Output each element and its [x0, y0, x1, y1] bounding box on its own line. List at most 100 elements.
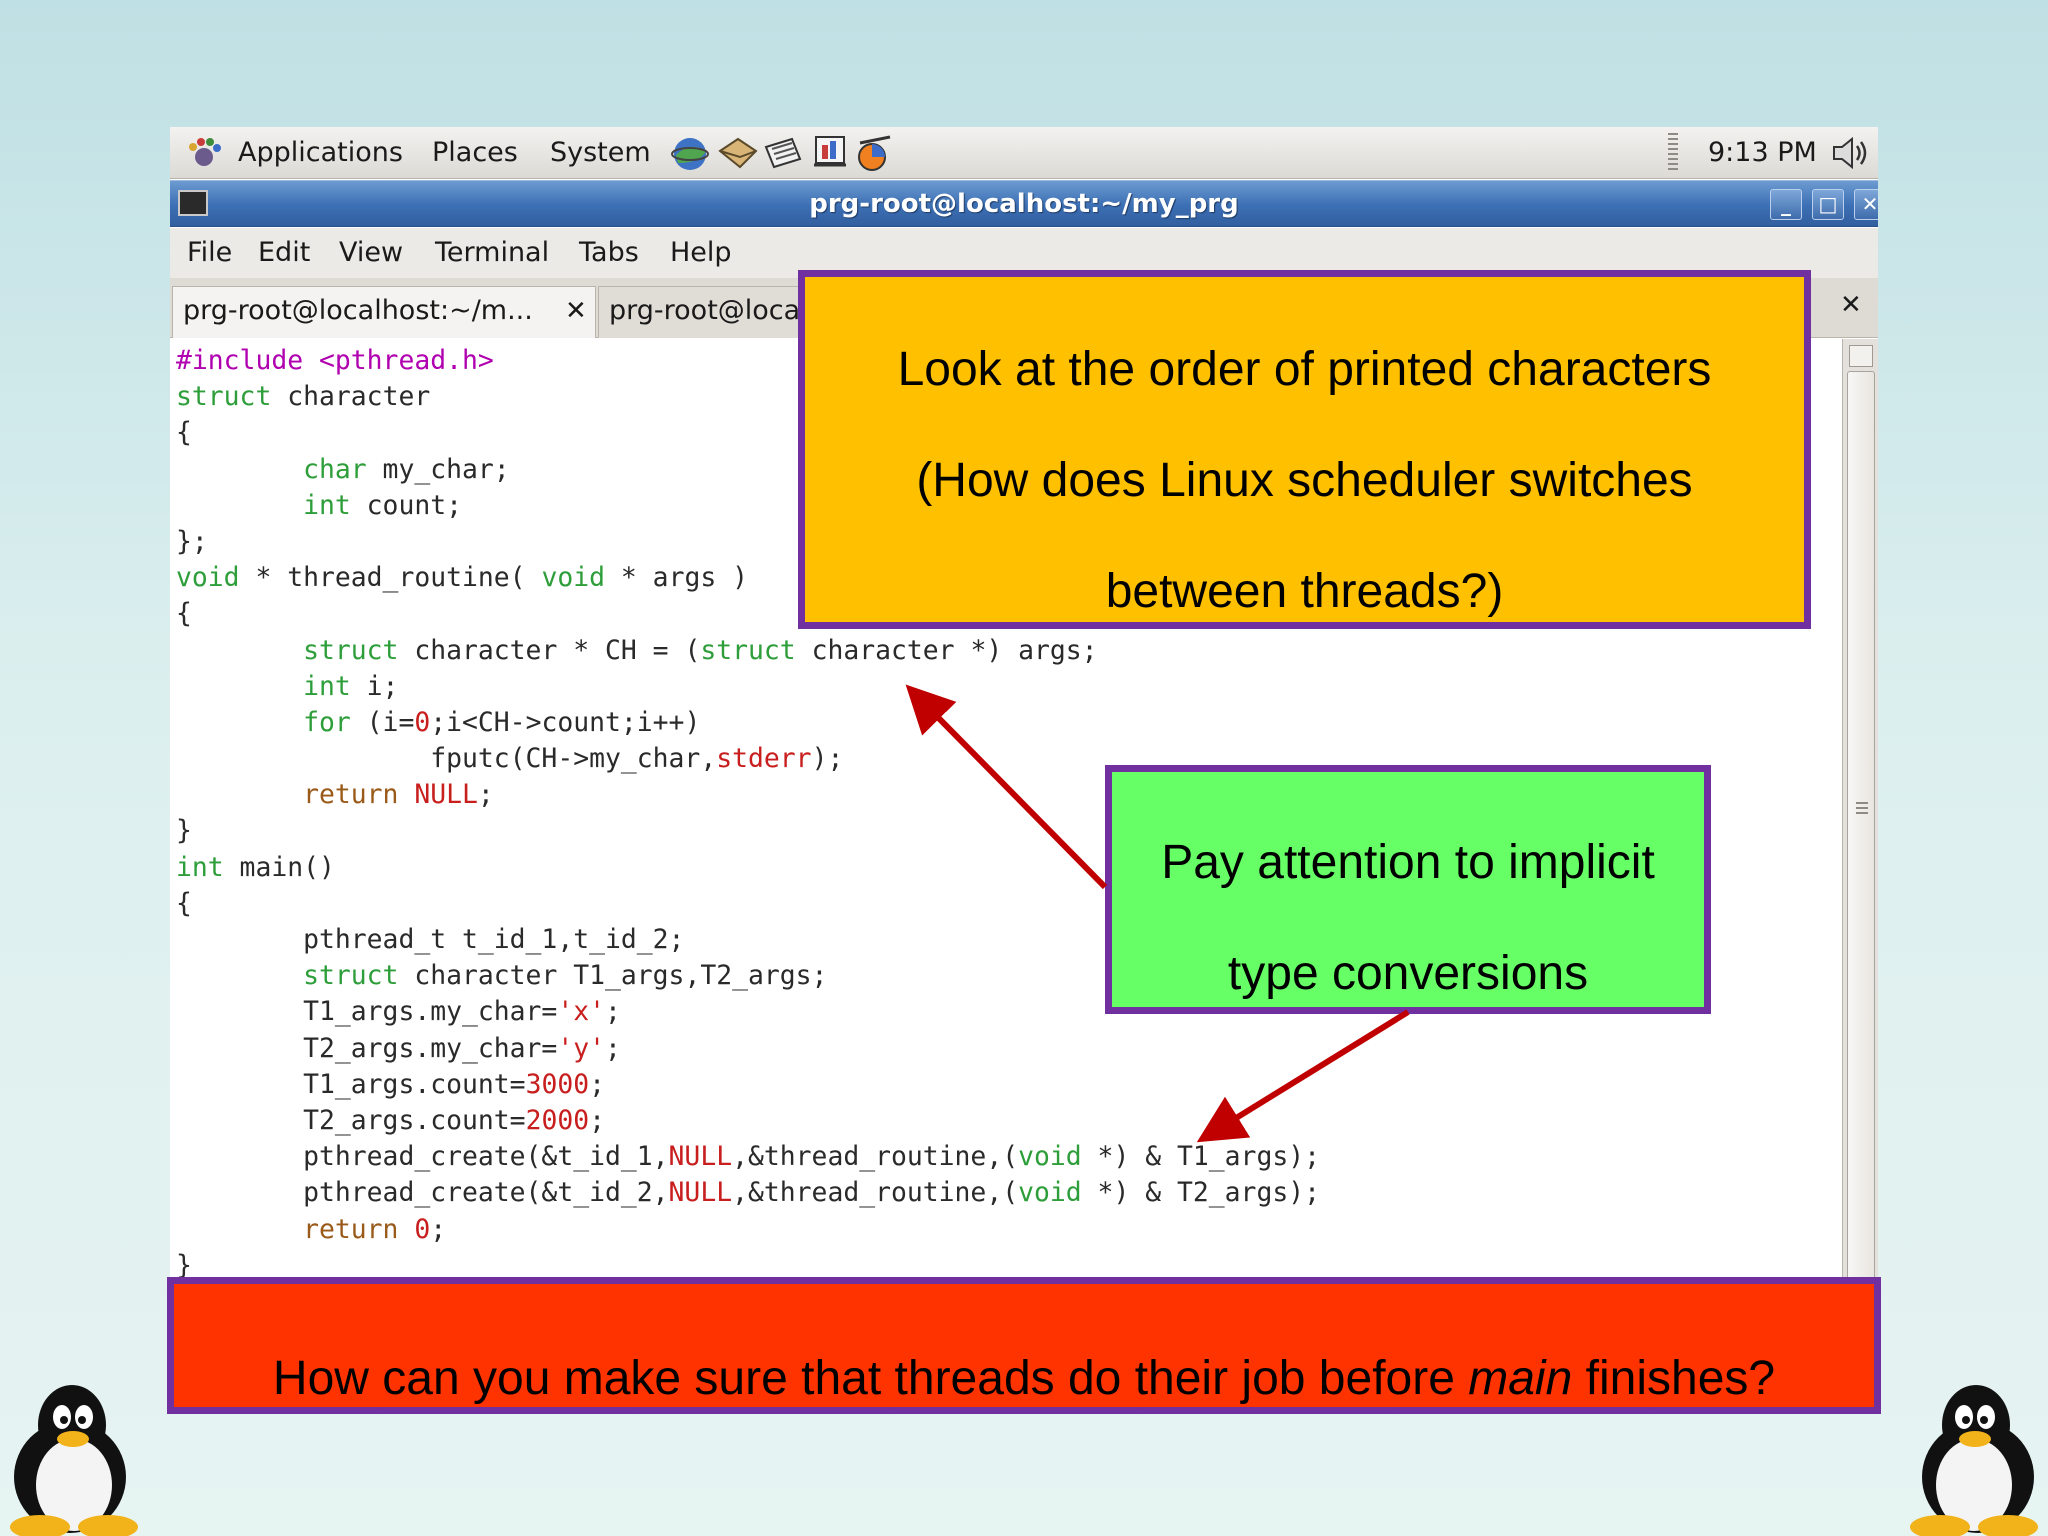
code-token: int — [176, 851, 224, 883]
code-line: struct character * CH = (struct characte… — [176, 633, 1320, 669]
code-token: } — [176, 1249, 192, 1280]
code-token: * thread_routine( — [239, 562, 542, 594]
code-token: 'x' — [557, 996, 605, 1028]
callout-line: (How does Linux scheduler switches — [916, 454, 1693, 507]
minimize-button[interactable]: _ — [1770, 189, 1802, 220]
scroll-up-button[interactable] — [1849, 345, 1873, 367]
code-token: 0 — [414, 1213, 431, 1245]
code-token: for — [303, 706, 351, 738]
code-line: pthread_create(&t_id_1,NULL,&thread_rout… — [176, 1139, 1320, 1175]
places-menu[interactable]: Places — [432, 137, 518, 169]
code-token: ,&thread_routine,( — [732, 1177, 1019, 1209]
code-token: struct — [303, 960, 399, 992]
code-token: pthread_t t_id_1,t_id_2; — [176, 924, 685, 955]
code-line: return 0; — [176, 1212, 1320, 1248]
callout-text-italic: main — [1468, 1352, 1573, 1405]
code-token: ; — [589, 1104, 606, 1136]
code-token: }; — [176, 525, 208, 557]
menu-view[interactable]: View — [339, 237, 403, 269]
code-token: NULL — [668, 1141, 733, 1173]
code-token: { — [176, 598, 192, 630]
system-menu[interactable]: System — [550, 137, 651, 169]
code-token: * args ) — [605, 562, 749, 594]
network-icon[interactable] — [854, 133, 896, 173]
code-token: ; — [477, 779, 494, 811]
code-token: character — [271, 381, 431, 413]
code-token: 2000 — [525, 1104, 590, 1136]
code-line: T2_args.count=2000; — [176, 1103, 1320, 1139]
code-token: NULL — [668, 1177, 733, 1209]
code-line: pthread_create(&t_id_2,NULL,&thread_rout… — [176, 1175, 1320, 1211]
text-editor-icon[interactable] — [762, 133, 804, 173]
callout-line: How can you make sure that threads do th… — [174, 1349, 1874, 1409]
code-token: struct — [176, 381, 272, 413]
scroll-thumb[interactable] — [1847, 371, 1875, 1280]
menu-tabs[interactable]: Tabs — [579, 237, 639, 269]
tux-penguin-icon — [1910, 1385, 2038, 1536]
menu-help[interactable]: Help — [670, 237, 732, 269]
menu-terminal[interactable]: Terminal — [435, 237, 549, 269]
menu-file[interactable]: File — [187, 237, 232, 269]
code-line: for (i=0;i<CH->count;i++) — [176, 705, 1320, 741]
code-token: *) & T1_args); — [1081, 1141, 1320, 1173]
mail-icon[interactable] — [716, 133, 758, 173]
callout-text-after: finishes? — [1572, 1352, 1776, 1405]
applications-foot-icon[interactable] — [184, 135, 224, 173]
code-token: struct — [303, 634, 399, 666]
close-tab-icon[interactable]: ✕ — [1840, 290, 1862, 320]
code-token: struct — [700, 634, 796, 666]
callout-main-finishes: How can you make sure that threads do th… — [167, 1277, 1881, 1414]
code-token: void — [1018, 1141, 1082, 1173]
window-titlebar[interactable]: prg-root@localhost:~/my_prg _ □ ✕ — [170, 180, 1878, 227]
close-tab-icon[interactable]: ✕ — [565, 287, 587, 335]
callout-type-conversions: Pay attention to implicit type conversio… — [1105, 765, 1711, 1014]
code-token: 3000 — [525, 1068, 590, 1100]
web-browser-icon[interactable] — [670, 133, 712, 173]
scrollbar[interactable] — [1842, 339, 1878, 1280]
presentation-icon[interactable] — [808, 133, 850, 173]
code-token: ; — [605, 996, 621, 1028]
code-token: ; — [589, 1068, 606, 1100]
code-token: void — [541, 562, 606, 594]
code-token: { — [176, 417, 192, 449]
code-token: return — [303, 1213, 399, 1245]
callout-line: between threads?) — [1105, 565, 1504, 618]
code-token: fputc(CH->my_char, — [176, 743, 717, 775]
volume-icon[interactable] — [1828, 133, 1872, 173]
callout-text-before: How can you make sure that threads do th… — [272, 1352, 1469, 1405]
maximize-button[interactable]: □ — [1812, 189, 1844, 220]
code-token: ); — [811, 743, 844, 775]
code-token: ;i<CH->count;i++) — [430, 706, 701, 738]
code-token: 0 — [414, 706, 431, 738]
panel-separator — [1668, 133, 1678, 173]
code-token: count; — [350, 489, 463, 521]
code-token: { — [176, 887, 192, 919]
close-window-button[interactable]: ✕ — [1854, 189, 1878, 220]
applications-menu[interactable]: Applications — [238, 137, 403, 169]
tab-label: prg-root@loca — [609, 295, 801, 326]
code-token: character T1_args,T2_args; — [398, 960, 828, 992]
menu-edit[interactable]: Edit — [258, 237, 310, 269]
callout-line: type conversions — [1227, 947, 1589, 1000]
top-panel: Applications Places System 9:13 PM — [170, 127, 1878, 179]
tux-penguin-icon — [10, 1385, 138, 1536]
clock[interactable]: 9:13 PM — [1708, 137, 1817, 169]
code-token: 'y' — [557, 1032, 605, 1064]
callout-line: Look at the order of printed characters — [897, 343, 1712, 396]
code-line: T1_args.count=3000; — [176, 1067, 1320, 1103]
code-line: int i; — [176, 669, 1320, 705]
tab-terminal-1[interactable]: prg-root@localhost:~/m... ✕ — [172, 286, 596, 338]
window-title: prg-root@localhost:~/my_prg — [809, 189, 1239, 219]
code-token: void — [1018, 1177, 1082, 1209]
code-token: int — [303, 670, 351, 702]
code-token: my_char; — [366, 453, 510, 485]
code-token: ,&thread_routine,( — [732, 1141, 1019, 1173]
